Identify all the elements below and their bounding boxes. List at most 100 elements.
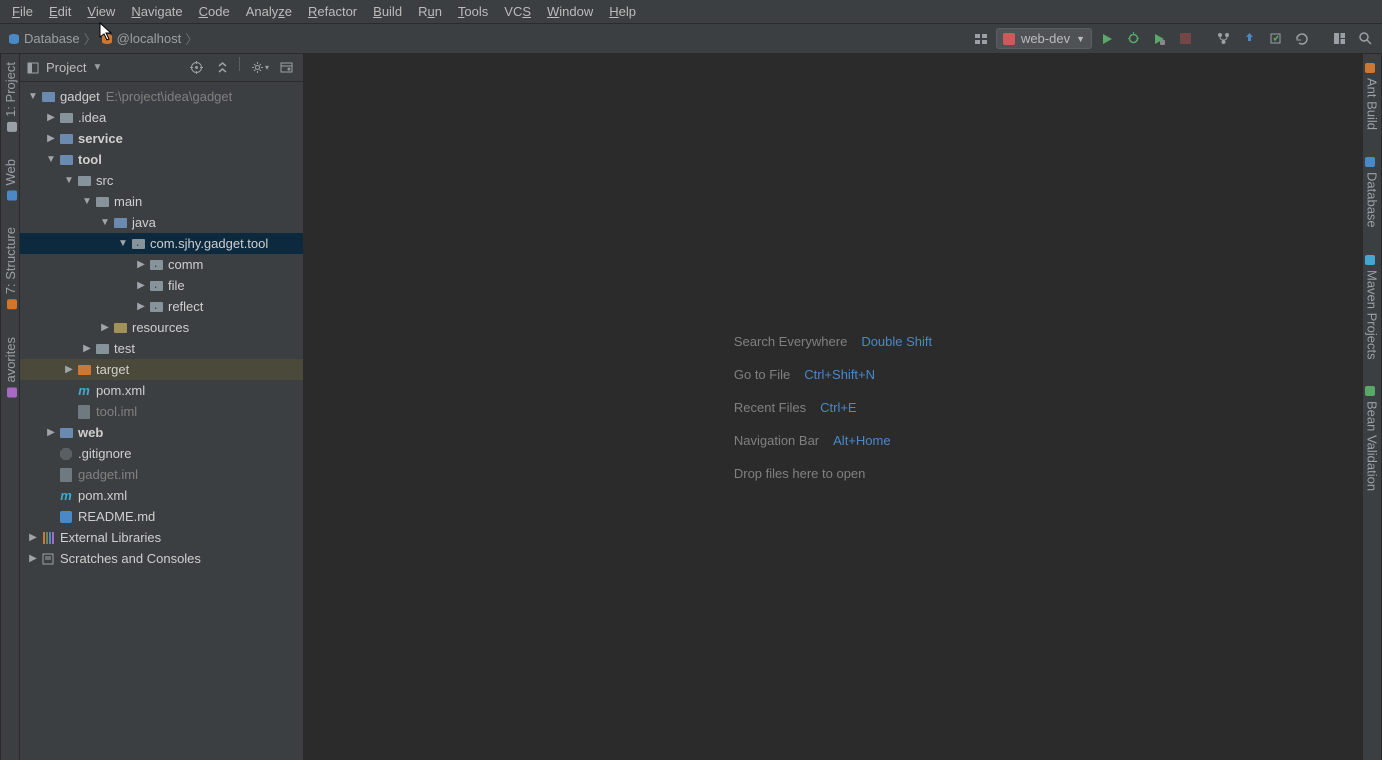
menu-run[interactable]: Run [410,2,450,21]
tree-node-pom-xml[interactable]: mpom.xml [20,380,303,401]
expand-arrow-icon[interactable]: ▼ [44,154,58,165]
hide-panel-button[interactable] [275,57,297,79]
project-tool-window: Project ▼ ▾ ▼gadgetE:\project\idea\gadge… [20,54,304,760]
panel-title-label: Project [46,60,86,75]
right-gutter-bean-validation[interactable]: Bean Validation [1363,381,1382,495]
menu-navigate[interactable]: Navigate [123,2,190,21]
file-icon [58,467,74,483]
folder-blue-icon [112,215,128,231]
left-gutter-1--project[interactable]: 1: Project [1,58,20,137]
menu-window[interactable]: Window [539,2,601,21]
tree-node-test[interactable]: ▶test [20,338,303,359]
favorites-icon [4,386,16,398]
tree-node-readme-md[interactable]: README.md [20,506,303,527]
folder-blue-icon [58,131,74,147]
tree-node-tool-iml[interactable]: tool.iml [20,401,303,422]
tree-node-reflect[interactable]: ▶reflect [20,296,303,317]
tree-node-file[interactable]: ▶file [20,275,303,296]
file-icon [76,404,92,420]
right-gutter-database[interactable]: Database [1363,152,1382,232]
tree-node-com-sjhy-gadget-tool[interactable]: ▼com.sjhy.gadget.tool [20,233,303,254]
tree-node-tool[interactable]: ▼tool [20,149,303,170]
expand-arrow-icon[interactable]: ▶ [134,259,148,270]
tree-node-resources[interactable]: ▶resources [20,317,303,338]
menu-view[interactable]: View [79,2,123,21]
database-icon [1366,156,1378,168]
tree-node--gitignore[interactable]: .gitignore [20,443,303,464]
menu-edit[interactable]: Edit [41,2,79,21]
tree-node-src[interactable]: ▼src [20,170,303,191]
tree-node-external-libraries[interactable]: ▶External Libraries [20,527,303,548]
tree-node-java[interactable]: ▼java [20,212,303,233]
vcs-commit-button[interactable] [1264,28,1286,50]
vcs-update-button[interactable] [1238,28,1260,50]
run-configuration-selector[interactable]: web-dev ▼ [996,28,1092,49]
expand-arrow-icon[interactable]: ▶ [80,343,94,354]
menu-code[interactable]: Code [191,2,238,21]
chevron-down-icon: ▼ [1076,34,1085,44]
tree-node-main[interactable]: ▼main [20,191,303,212]
right-gutter-ant-build[interactable]: Ant Build [1363,58,1382,134]
package-icon [148,278,164,294]
left-tool-gutter: 1: Project Web 7: Structure avorites [0,54,20,760]
expand-arrow-icon[interactable]: ▼ [80,196,94,207]
expand-arrow-icon[interactable]: ▼ [62,175,76,186]
menu-vcs[interactable]: VCS [496,2,539,21]
folder-icon [94,341,110,357]
breadcrumb-localhost[interactable]: @localhost [101,31,182,46]
editor-empty-state[interactable]: Search EverywhereDouble ShiftGo to FileC… [304,54,1362,760]
menu-help[interactable]: Help [601,2,644,21]
tree-node-web[interactable]: ▶ web [20,422,303,443]
menu-tools[interactable]: Tools [450,2,496,21]
vcs-branch-button[interactable] [1212,28,1234,50]
tree-node-gadget[interactable]: ▼gadgetE:\project\idea\gadget [20,86,303,107]
tree-node-service[interactable]: ▶service [20,128,303,149]
expand-arrow-icon[interactable]: ▼ [116,238,130,249]
left-gutter-web[interactable]: Web [1,155,20,206]
tree-node-scratches-and-consoles[interactable]: ▶Scratches and Consoles [20,548,303,569]
debug-button[interactable] [1122,28,1144,50]
expand-arrow-icon[interactable]: ▼ [26,91,40,102]
expand-arrow-icon[interactable]: ▶ [44,112,58,123]
empty-editor-hints: Search EverywhereDouble ShiftGo to FileC… [734,334,932,481]
panel-settings-button[interactable]: ▾ [249,57,271,79]
menu-file[interactable]: File [4,2,41,21]
expand-arrow-icon[interactable]: ▶ [26,553,40,564]
expand-arrow-icon[interactable]: ▼ [98,217,112,228]
vcs-history-button[interactable] [1290,28,1312,50]
tree-label: web [78,425,103,440]
collapse-all-button[interactable] [211,57,233,79]
menu-refactor[interactable]: Refactor [300,2,365,21]
left-gutter-avorites[interactable]: avorites [1,333,20,403]
locate-file-button[interactable] [185,57,207,79]
project-structure-button[interactable] [1328,28,1350,50]
expand-arrow-icon[interactable]: ▶ [134,301,148,312]
expand-arrow-icon[interactable]: ▶ [134,280,148,291]
folder-blue-icon [58,152,74,168]
tree-node-pom-xml[interactable]: mpom.xml [20,485,303,506]
project-view-selector[interactable]: Project ▼ [26,60,102,75]
run-button[interactable] [1096,28,1118,50]
menu-build[interactable]: Build [365,2,410,21]
expand-arrow-icon[interactable]: ▶ [26,532,40,543]
menu-analyze[interactable]: Analyze [238,2,300,21]
tree-node-target[interactable]: ▶target [20,359,303,380]
hint-label: Go to File [734,367,790,382]
tree-node--idea[interactable]: ▶.idea [20,107,303,128]
breadcrumb-database[interactable]: Database [8,31,80,46]
run-coverage-button[interactable] [1148,28,1170,50]
maven-icon: m [76,383,92,399]
tree-node-comm[interactable]: ▶comm [20,254,303,275]
scratches-icon [40,551,56,567]
expand-arrow-icon[interactable]: ▶ [44,427,58,438]
hint-go-to-file: Go to FileCtrl+Shift+N [734,367,932,382]
expand-arrow-icon[interactable]: ▶ [62,364,76,375]
tree-node-gadget-iml[interactable]: gadget.iml [20,464,303,485]
toggle-presentation-icon[interactable] [970,28,992,50]
expand-arrow-icon[interactable]: ▶ [44,133,58,144]
search-everywhere-button[interactable] [1354,28,1376,50]
expand-arrow-icon[interactable]: ▶ [98,322,112,333]
right-gutter-maven-projects[interactable]: Maven Projects [1363,250,1382,364]
project-tree[interactable]: ▼gadgetE:\project\idea\gadget▶.idea▶serv… [20,82,303,760]
left-gutter-7--structure[interactable]: 7: Structure [1,223,20,314]
